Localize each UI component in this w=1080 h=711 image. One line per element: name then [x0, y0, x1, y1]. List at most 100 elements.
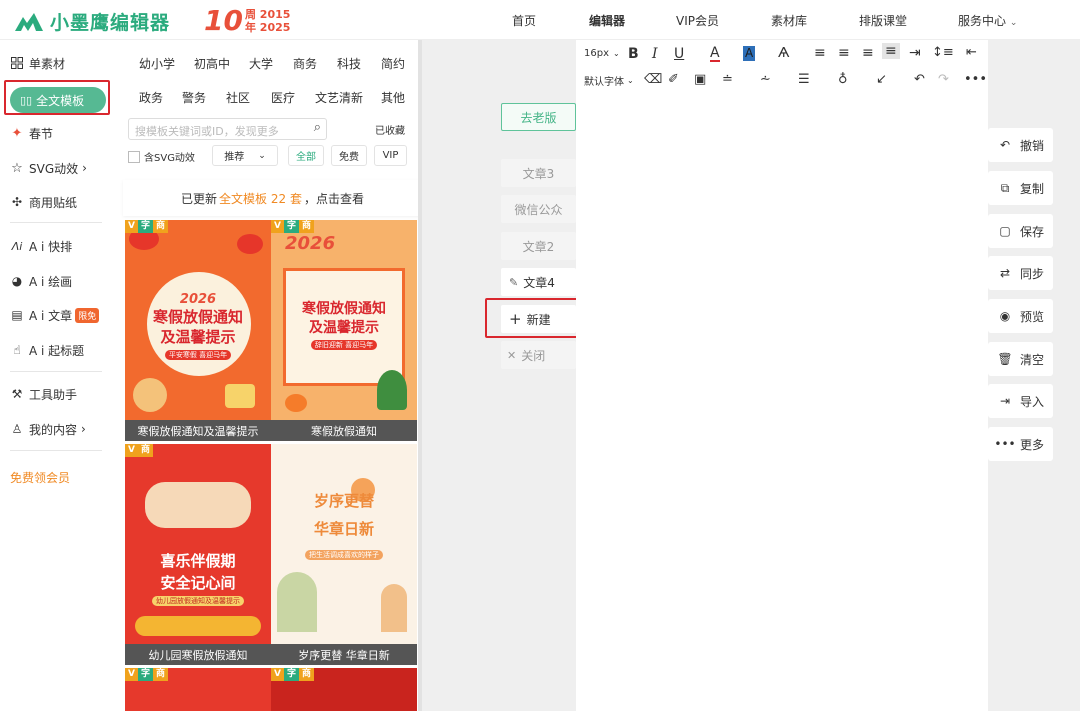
image-icon[interactable]: ▣ — [694, 72, 706, 87]
orange-illustration — [285, 394, 307, 412]
align-center-icon[interactable]: ≡ — [838, 45, 850, 61]
close-doc-button[interactable]: ✕ 关闭 — [501, 341, 576, 369]
doc-tab-label: 文章4 — [523, 275, 555, 290]
sidebar-item-ai-title[interactable]: ☝ A i 起标题 — [10, 338, 84, 362]
action-label: 同步 — [1020, 266, 1045, 281]
sidebar-item-ai-paint[interactable]: ◕ A i 绘画 — [10, 269, 72, 293]
update-notice[interactable]: 已更新 全文模板 22 套 ，点击查看 — [123, 180, 422, 216]
sidebar-item-label: 工具助手 — [29, 387, 78, 402]
align-justify-icon[interactable]: ≡ — [882, 43, 900, 59]
sync-button[interactable]: ⇄ 同步 — [988, 256, 1053, 290]
category-university[interactable]: 大学 — [249, 55, 273, 72]
category-middle[interactable]: 初高中 — [194, 55, 230, 72]
category-primary[interactable]: 幼小学 — [139, 55, 175, 72]
eraser-icon[interactable]: ⌫ — [644, 72, 662, 87]
nav-vip[interactable]: VIP会员 — [676, 12, 719, 29]
poster-subtitle: 平安寒假 喜迎马年 — [164, 350, 232, 360]
badge-shang: 商 — [137, 444, 153, 457]
filter-all[interactable]: 全部 — [288, 145, 324, 166]
filter-free[interactable]: 免费 — [331, 145, 367, 166]
filter-vip[interactable]: VIP — [374, 145, 407, 166]
template-card[interactable]: V字商 — [271, 668, 417, 711]
category-police[interactable]: 警务 — [182, 89, 206, 106]
undo-icon[interactable]: ↶ — [914, 72, 925, 87]
line-height-icon[interactable]: ↕≡ — [932, 45, 954, 60]
doc-tab-article2[interactable]: 文章2 — [501, 232, 576, 260]
category-gov[interactable]: 政务 — [139, 89, 163, 106]
template-card[interactable]: V字商 — [125, 668, 271, 711]
badge-zi: 字 — [283, 668, 299, 681]
doc-tab-wechat[interactable]: 微信公众 — [501, 195, 576, 223]
font-size-select[interactable]: 16px ⌄ — [584, 48, 620, 59]
category-other[interactable]: 其他 — [381, 89, 405, 106]
undo-button[interactable]: ↶ 撤销 — [988, 128, 1053, 162]
template-card[interactable]: 2026 寒假放假通知 及温馨提示 平安寒假 喜迎马年 V字商 寒假放假通知及温… — [125, 220, 271, 441]
sidebar-item-tools[interactable]: ⚒ 工具助手 — [10, 382, 77, 406]
redo-icon[interactable]: ↷ — [938, 72, 949, 87]
sidebar-item-my-content[interactable]: ♙ 我的内容 › — [10, 417, 86, 441]
category-simple[interactable]: 简约 — [381, 55, 405, 72]
more-button[interactable]: ••• 更多 — [988, 427, 1053, 461]
template-card[interactable]: 岁序更替 华章日新 把生活调成喜欢的样子 岁序更替 华章日新 — [271, 444, 417, 665]
preview-button[interactable]: ◉ 预览 — [988, 299, 1053, 333]
divider-line-icon[interactable]: ⩪ — [760, 72, 771, 87]
nav-course[interactable]: 排版课堂 — [859, 12, 907, 29]
template-card[interactable]: 喜乐伴假期 安全记心间 幼儿园放假通知及温馨提示 V商 幼儿园寒假放假通知 — [125, 444, 271, 665]
category-tech[interactable]: 科技 — [337, 55, 361, 72]
nav-home[interactable]: 首页 — [512, 12, 536, 29]
favorites-link[interactable]: 已收藏 — [375, 122, 405, 137]
sidebar-item-single-material[interactable]: 单素材 — [10, 51, 65, 75]
search-input[interactable]: 搜模板关键词或ID，发现更多 ⌕ — [128, 118, 327, 140]
chevron-down-icon: ⌄ — [613, 49, 620, 58]
logo[interactable]: 小墨鹰编辑器 — [14, 8, 170, 35]
sidebar-item-stickers[interactable]: ✣ 商用贴纸 — [10, 190, 77, 214]
star-icon: ☆ — [11, 160, 23, 176]
old-version-button[interactable]: 去老版 — [501, 103, 576, 131]
underline-icon[interactable]: U — [674, 46, 684, 62]
export-icon[interactable]: ⇤ — [966, 45, 977, 60]
align-left-icon[interactable]: ≡ — [814, 45, 826, 61]
import-button[interactable]: ⇥ 导入 — [988, 384, 1053, 418]
highlight-color-icon[interactable]: A — [743, 46, 756, 61]
arrow-icon[interactable]: ↙ — [876, 72, 887, 87]
nav-service[interactable]: 服务中心 ⌄ — [958, 12, 1017, 29]
category-medical[interactable]: 医疗 — [271, 89, 295, 106]
editor-canvas[interactable]: 16px ⌄ B I U A A Ѧ ≡ ≡ ≡ ≡ ⇥ ↕≡ ⇤ 默认字体 ⌄ ⌫… — [576, 40, 988, 711]
free-vip-link[interactable]: 免费领会员 — [10, 465, 70, 489]
font-family-select[interactable]: 默认字体 ⌄ — [584, 73, 634, 88]
logo-text: 小墨鹰编辑器 — [50, 12, 171, 34]
lightbulb-icon[interactable]: ♁ — [838, 72, 848, 87]
align-right-icon[interactable]: ≡ — [862, 45, 874, 61]
doc-tab-article4[interactable]: ✎ 文章4 — [501, 268, 576, 296]
category-literary[interactable]: 文艺清新 — [315, 89, 363, 106]
sidebar-item-ai-layout[interactable]: Λi A i 快排 — [10, 234, 72, 258]
save-button[interactable]: ▢ 保存 — [988, 214, 1053, 248]
more-icon[interactable]: ••• — [964, 72, 987, 87]
bold-icon[interactable]: B — [628, 46, 639, 62]
copy-button[interactable]: ⧉ 复制 — [988, 171, 1053, 205]
doc-tab-article3[interactable]: 文章3 — [501, 159, 576, 187]
italic-icon[interactable]: I — [652, 46, 658, 62]
nav-materials[interactable]: 素材库 — [771, 12, 807, 29]
format-brush-icon[interactable]: ✐ — [668, 72, 679, 87]
font-color-icon[interactable]: A — [710, 46, 720, 62]
nav-editor[interactable]: 编辑器 — [589, 12, 625, 29]
paragraph-spacing-icon[interactable]: ☰ — [798, 72, 810, 87]
sort-select[interactable]: 推荐 ⌄ — [212, 145, 278, 166]
divider — [10, 222, 102, 223]
svg-checkbox[interactable]: 含SVG动效 — [128, 149, 195, 164]
poster-title-1: 寒假放假通知 — [302, 301, 386, 317]
letter-spacing-icon[interactable]: ≐ — [722, 72, 733, 87]
sidebar-item-ai-article[interactable]: ▤ A i 文章 限免 — [10, 303, 100, 327]
text-effect-icon[interactable]: Ѧ — [778, 46, 789, 61]
chevron-down-icon: ⌄ — [1009, 18, 1018, 28]
category-business[interactable]: 商务 — [293, 55, 317, 72]
sidebar-item-svg[interactable]: ☆ SVG动效 › — [10, 156, 87, 180]
category-community[interactable]: 社区 — [226, 89, 250, 106]
clear-button[interactable]: 🗑 清空 — [988, 342, 1053, 376]
indent-icon[interactable]: ⇥ — [909, 45, 921, 61]
template-card[interactable]: 2026 寒假放假通知 及温馨提示 辞旧迎新 喜迎马年 V字商 寒假放假通知 — [271, 220, 417, 441]
badge-v: V — [271, 220, 284, 233]
template-thumbnail: 岁序更替 华章日新 把生活调成喜欢的样子 — [271, 444, 417, 644]
sidebar-item-spring[interactable]: ✦ 春节 — [10, 121, 53, 145]
